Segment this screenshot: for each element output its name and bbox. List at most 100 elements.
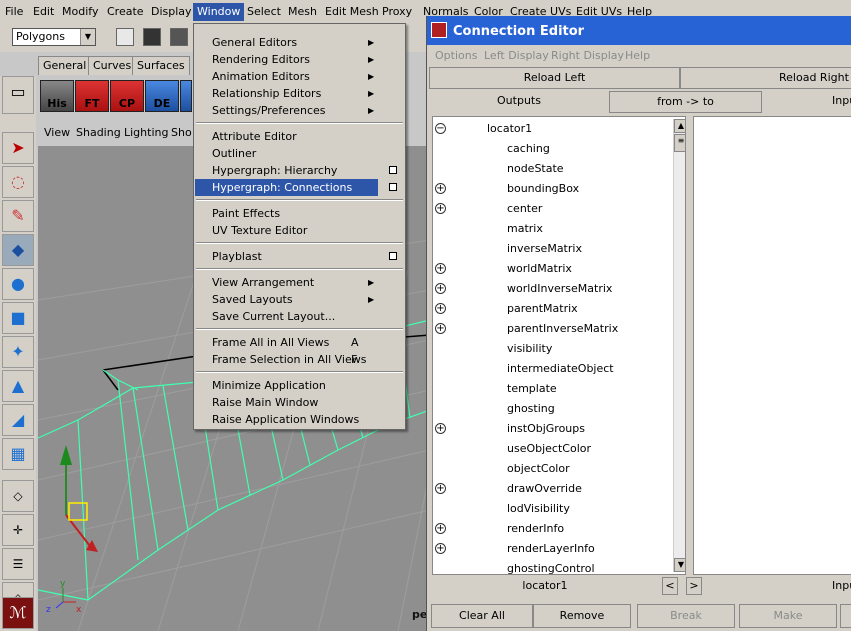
list-item[interactable]: objectColor xyxy=(433,459,669,479)
shelf-button-partial[interactable] xyxy=(180,80,192,112)
list-item[interactable]: caching xyxy=(433,139,669,159)
menu-item-animation-editors[interactable]: Animation Editors ▶ xyxy=(195,68,404,85)
new-scene-icon[interactable] xyxy=(116,28,134,46)
menu-item-rendering-editors[interactable]: Rendering Editors ▶ xyxy=(195,51,404,68)
viewport-menu-show[interactable]: Sho xyxy=(171,126,192,139)
reload-right-button[interactable]: Reload Right xyxy=(680,67,851,89)
menu-item-save-current-layout[interactable]: Save Current Layout... xyxy=(195,308,404,325)
ce-menu-options[interactable]: Options xyxy=(435,49,477,62)
menu-edit-mesh[interactable]: Edit Mesh xyxy=(325,5,379,18)
ce-menu-right-display[interactable]: Right Display xyxy=(551,49,624,62)
menu-modify[interactable]: Modify xyxy=(62,5,98,18)
menu-item-settings-preferences[interactable]: Settings/Preferences ▶ xyxy=(195,102,404,119)
expand-icon[interactable]: + xyxy=(435,203,446,214)
menu-proxy[interactable]: Proxy xyxy=(382,5,412,18)
scroll-up-icon[interactable]: ▲ xyxy=(674,119,685,133)
option-box-icon[interactable] xyxy=(389,252,397,260)
list-item[interactable]: template xyxy=(433,379,669,399)
menu-display[interactable]: Display xyxy=(151,5,192,18)
collapse-icon[interactable]: − xyxy=(435,123,446,134)
expand-icon[interactable]: + xyxy=(435,543,446,554)
list-item[interactable]: + boundingBox xyxy=(433,179,669,199)
list-item[interactable]: intermediateObject xyxy=(433,359,669,379)
list-item[interactable]: + renderInfo xyxy=(433,519,669,539)
last-tool-icon[interactable]: ▦ xyxy=(2,438,34,470)
clear-all-button[interactable]: Clear All xyxy=(431,604,533,628)
menu-item-hypergraph-hierarchy[interactable]: Hypergraph: Hierarchy xyxy=(195,162,404,179)
scroll-down-icon[interactable]: ▼ xyxy=(674,558,685,572)
list-item[interactable]: + renderLayerInfo xyxy=(433,539,669,559)
four-view-layout-icon[interactable]: ✛ xyxy=(2,514,34,546)
menu-item-raise-application-windows[interactable]: Raise Application Windows xyxy=(195,411,404,428)
shelf-button-cp[interactable]: CP xyxy=(110,80,144,112)
mode-select[interactable]: Polygons ▼ xyxy=(12,28,96,46)
menu-item-frame-selection-in-all-views[interactable]: Frame Selection in All Views F xyxy=(195,351,404,368)
list-item[interactable]: ghosting xyxy=(433,399,669,419)
list-item[interactable]: ghostingControl xyxy=(433,559,669,574)
option-box-icon[interactable] xyxy=(389,166,397,174)
scale-tool-icon[interactable]: ■ xyxy=(2,302,34,334)
list-item-node[interactable]: − locator1 xyxy=(433,119,669,139)
menu-item-raise-main-window[interactable]: Raise Main Window xyxy=(195,394,404,411)
remove-button[interactable]: Remove xyxy=(533,604,631,628)
menu-item-relationship-editors[interactable]: Relationship Editors ▶ xyxy=(195,85,404,102)
list-item[interactable]: nodeState xyxy=(433,159,669,179)
make-button[interactable]: Make xyxy=(739,604,837,628)
list-item[interactable]: + parentMatrix xyxy=(433,299,669,319)
shelf-tab-surfaces[interactable]: Surfaces xyxy=(132,56,190,75)
extra-button-partial[interactable] xyxy=(840,604,851,628)
list-item[interactable]: + instObjGroups xyxy=(433,419,669,439)
expand-icon[interactable]: + xyxy=(435,523,446,534)
direction-toggle-button[interactable]: from -> to xyxy=(609,91,762,113)
list-item[interactable]: + center xyxy=(433,199,669,219)
break-button[interactable]: Break xyxy=(637,604,735,628)
menu-item-minimize-application[interactable]: Minimize Application xyxy=(195,377,404,394)
connection-editor-titlebar[interactable]: Connection Editor xyxy=(427,16,851,45)
single-view-layout-icon[interactable]: ◇ xyxy=(2,480,34,512)
scroll-right-icon[interactable]: > xyxy=(686,577,702,595)
option-box-icon[interactable] xyxy=(389,183,397,191)
scroll-thumb[interactable]: ≡ xyxy=(674,134,685,152)
menu-item-attribute-editor[interactable]: Attribute Editor xyxy=(195,128,404,145)
menu-item-outliner[interactable]: Outliner xyxy=(195,145,404,162)
shelf-button-de[interactable]: DE xyxy=(145,80,179,112)
lasso-tool-icon[interactable]: ◌ xyxy=(2,166,34,198)
viewport-menu-shading[interactable]: Shading xyxy=(76,126,121,139)
expand-icon[interactable]: + xyxy=(435,323,446,334)
menu-mesh[interactable]: Mesh xyxy=(288,5,317,18)
expand-icon[interactable]: + xyxy=(435,283,446,294)
shelf-tab-curves[interactable]: Curves xyxy=(88,56,137,75)
rotate-tool-icon[interactable]: ● xyxy=(2,268,34,300)
select-tool-icon[interactable]: ➤ xyxy=(2,132,34,164)
expand-icon[interactable]: + xyxy=(435,183,446,194)
layout-swatch-icon[interactable]: ▭ xyxy=(2,76,34,114)
scroll-left-icon[interactable]: < xyxy=(662,577,678,595)
menu-item-uv-texture-editor[interactable]: UV Texture Editor xyxy=(195,222,404,239)
expand-icon[interactable]: + xyxy=(435,303,446,314)
open-scene-icon[interactable] xyxy=(143,28,161,46)
menu-select[interactable]: Select xyxy=(247,5,281,18)
outputs-attribute-list[interactable]: − locator1 caching nodeState + boundingBox +… xyxy=(432,116,686,575)
list-item[interactable]: lodVisibility xyxy=(433,499,669,519)
list-item[interactable]: + worldInverseMatrix xyxy=(433,279,669,299)
reload-left-button[interactable]: Reload Left xyxy=(429,67,680,89)
menu-window[interactable]: Window xyxy=(193,3,245,21)
ce-menu-left-display[interactable]: Left Display xyxy=(484,49,549,62)
attribute-list-scrollbar[interactable]: ▲ ≡ ▼ xyxy=(673,119,685,572)
menu-item-view-arrangement[interactable]: View Arrangement ▶ xyxy=(195,274,404,291)
menu-item-paint-effects[interactable]: Paint Effects xyxy=(195,205,404,222)
expand-icon[interactable]: + xyxy=(435,263,446,274)
shelf-tab-general[interactable]: General xyxy=(38,56,92,75)
soft-mod-icon[interactable]: ▲ xyxy=(2,370,34,402)
show-manip-icon[interactable]: ◢ xyxy=(2,404,34,436)
move-tool-icon[interactable]: ◆ xyxy=(2,234,34,266)
list-item[interactable]: + drawOverride xyxy=(433,479,669,499)
menu-item-general-editors[interactable]: General Editors ▶ xyxy=(195,34,404,51)
viewport-menu-lighting[interactable]: Lighting xyxy=(124,126,168,139)
ce-menu-help[interactable]: Help xyxy=(625,49,650,62)
expand-icon[interactable]: + xyxy=(435,483,446,494)
list-item[interactable]: + worldMatrix xyxy=(433,259,669,279)
inputs-attribute-list[interactable] xyxy=(693,116,851,575)
paint-select-tool-icon[interactable]: ✎ xyxy=(2,200,34,232)
menu-item-playblast[interactable]: Playblast xyxy=(195,248,404,265)
